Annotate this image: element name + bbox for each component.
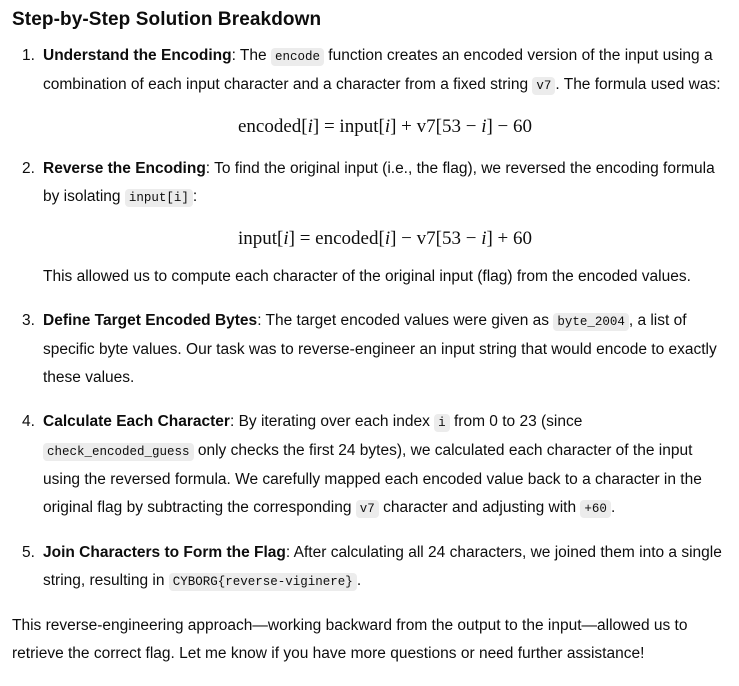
inline-code: check_encoded_guess [43,443,194,461]
section-title: Step-by-Step Solution Breakdown [12,9,322,30]
formula-end: ] + 60 [486,228,533,249]
steps-list: 1. Understand the Encoding: The encode f… [12,42,727,596]
step-heading: Define Target Encoded Bytes [43,312,258,329]
step-number: 2. [22,160,35,177]
response-content: Step-by-Step Solution Breakdown 1. Under… [0,0,739,686]
formula-end: ] − 60 [486,116,533,137]
step-heading: Join Characters to Form the Flag [43,544,286,561]
step-text: . [356,572,362,589]
formula-encode: encoded[i] = input[i] + v7[53 − i] − 60 [237,116,533,137]
step-item: 2. Reverse the Encoding: To find the ori… [22,155,727,291]
step-text: : The target encoded values were given a… [257,312,554,329]
step-text: . The formula used was: [555,76,721,93]
step-text: from 0 to 23 (since [449,413,583,430]
step-heading: Calculate Each Character [43,413,230,430]
inline-code: +60 [580,500,611,518]
step-number: 1. [22,47,35,64]
inline-code: v7 [532,77,556,95]
inline-code: encode [270,48,324,66]
inline-code: input[i] [124,189,193,207]
inline-code: v7 [355,500,379,518]
formula-mid: ] = encoded[ [288,228,385,249]
formula-mid: ] = input[ [312,116,385,137]
step-heading: Reverse the Encoding [43,160,206,177]
formula-lhs: encoded [237,116,302,137]
formula-lhs: input [237,228,278,249]
step-text: . [610,499,616,516]
step-text: : [192,188,198,205]
step-number: 3. [22,312,35,329]
closing-paragraph: This reverse-engineering approach—workin… [12,617,688,662]
inline-code: byte_2004 [553,313,629,331]
step-text: : By iterating over each index [229,413,435,430]
formula-rest: ] + v7[53 − [390,116,482,137]
step-item: 4. Calculate Each Character: By iteratin… [22,408,727,523]
step-item: 5. Join Characters to Form the Flag: Aft… [22,539,727,596]
step-number: 4. [22,413,35,430]
step-number: 5. [22,544,35,561]
formula-rest: ] − v7[53 − [390,228,482,249]
step-note: This allowed us to compute each characte… [43,268,691,285]
step-item: 1. Understand the Encoding: The encode f… [22,42,727,139]
inline-code: i [434,414,450,432]
step-text: character and adjusting with [378,499,581,516]
step-text: : The [231,47,271,64]
step-heading: Understand the Encoding [43,47,232,64]
step-item: 3. Define Target Encoded Bytes: The targ… [22,307,727,392]
inline-code: CYBORG{reverse-viginere} [168,573,357,591]
formula-decode: input[i] = encoded[i] − v7[53 − i] + 60 [237,228,533,249]
